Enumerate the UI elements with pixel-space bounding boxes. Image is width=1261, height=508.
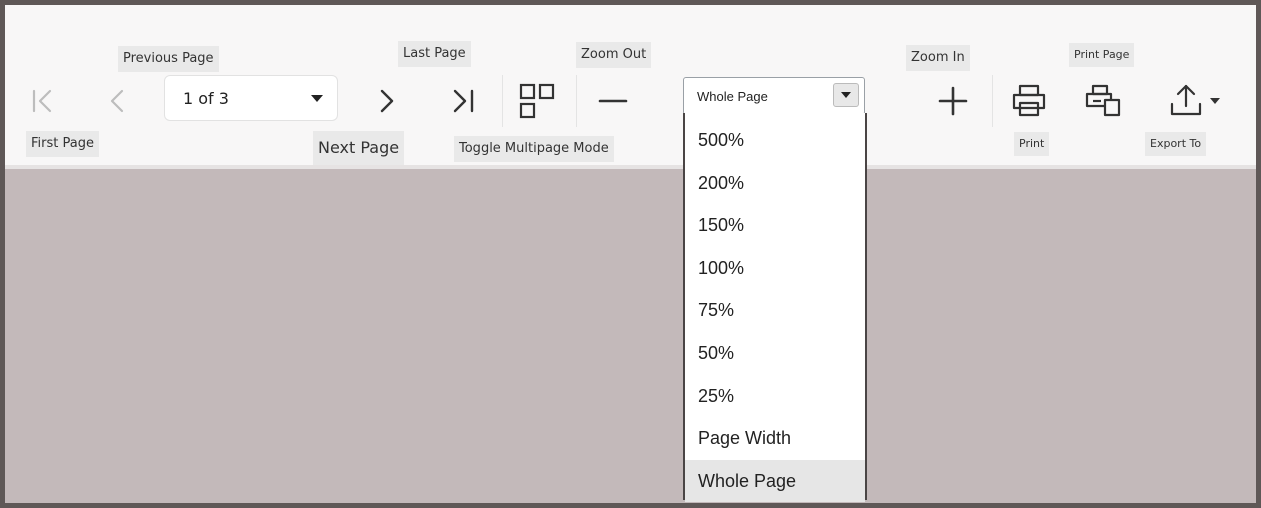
multipage-icon <box>519 83 555 119</box>
last-page-icon <box>453 89 474 113</box>
first-page-button[interactable] <box>25 83 61 119</box>
export-button[interactable] <box>1161 81 1227 121</box>
zoom-option[interactable]: Whole Page <box>685 459 865 503</box>
multipage-toggle-button[interactable] <box>515 79 559 123</box>
previous-page-icon <box>110 89 124 113</box>
zoom-option[interactable]: 75% <box>685 289 865 332</box>
tooltip-zoom-in: Zoom In <box>906 45 970 71</box>
tooltip-first-page: First Page <box>26 131 99 157</box>
zoom-out-button[interactable] <box>595 83 631 119</box>
page-selector[interactable]: 1 of 3 <box>164 75 338 121</box>
zoom-option[interactable]: 50% <box>685 332 865 375</box>
zoom-option[interactable]: Page Width <box>685 417 865 460</box>
zoom-dropdown-toggle[interactable] <box>833 83 859 107</box>
zoom-option[interactable]: 500% <box>685 119 865 162</box>
print-button[interactable] <box>1009 81 1049 121</box>
zoom-option[interactable]: 25% <box>685 375 865 418</box>
zoom-in-button[interactable] <box>935 83 971 119</box>
print-page-button[interactable] <box>1082 81 1126 121</box>
zoom-option[interactable]: 100% <box>685 247 865 290</box>
chevron-down-icon <box>311 94 323 102</box>
chevron-down-icon <box>1210 98 1220 104</box>
zoom-option[interactable]: 150% <box>685 204 865 247</box>
tooltip-toggle-multipage: Toggle Multipage Mode <box>454 136 614 162</box>
previous-page-button[interactable] <box>99 83 135 119</box>
report-toolbar: Previous Page Last Page Zoom Out Zoom In… <box>5 5 1256 169</box>
report-viewer-frame: Previous Page Last Page Zoom Out Zoom In… <box>0 0 1261 508</box>
next-page-icon <box>380 89 394 113</box>
tooltip-export-to: Export To <box>1145 132 1207 156</box>
tooltip-last-page: Last Page <box>398 41 471 67</box>
page-indicator: 1 of 3 <box>183 88 229 108</box>
last-page-button[interactable] <box>445 83 481 119</box>
tooltip-print: Print <box>1014 132 1050 156</box>
tooltip-zoom-out: Zoom Out <box>576 42 652 68</box>
printer-icon <box>1012 84 1046 117</box>
plus-icon <box>938 86 968 116</box>
toolbar-divider <box>502 75 503 127</box>
tooltip-next-page: Next Page <box>313 131 405 165</box>
toolbar-divider <box>992 75 993 127</box>
tooltip-previous-page: Previous Page <box>118 46 219 72</box>
zoom-select-value: Whole Page <box>697 88 768 104</box>
print-page-icon <box>1085 84 1121 117</box>
first-page-icon <box>32 89 52 113</box>
next-page-button[interactable] <box>369 83 405 119</box>
tooltip-print-page: Print Page <box>1069 43 1135 67</box>
zoom-dropdown-list: 500% 200% 150% 100% 75% 50% 25% Page Width Whole… <box>683 113 867 503</box>
chevron-down-icon <box>841 92 851 98</box>
upload-icon <box>1170 84 1202 116</box>
toolbar-divider <box>576 75 577 127</box>
minus-icon <box>598 99 628 103</box>
zoom-option[interactable]: 200% <box>685 162 865 205</box>
zoom-select[interactable]: Whole Page <box>683 77 865 115</box>
